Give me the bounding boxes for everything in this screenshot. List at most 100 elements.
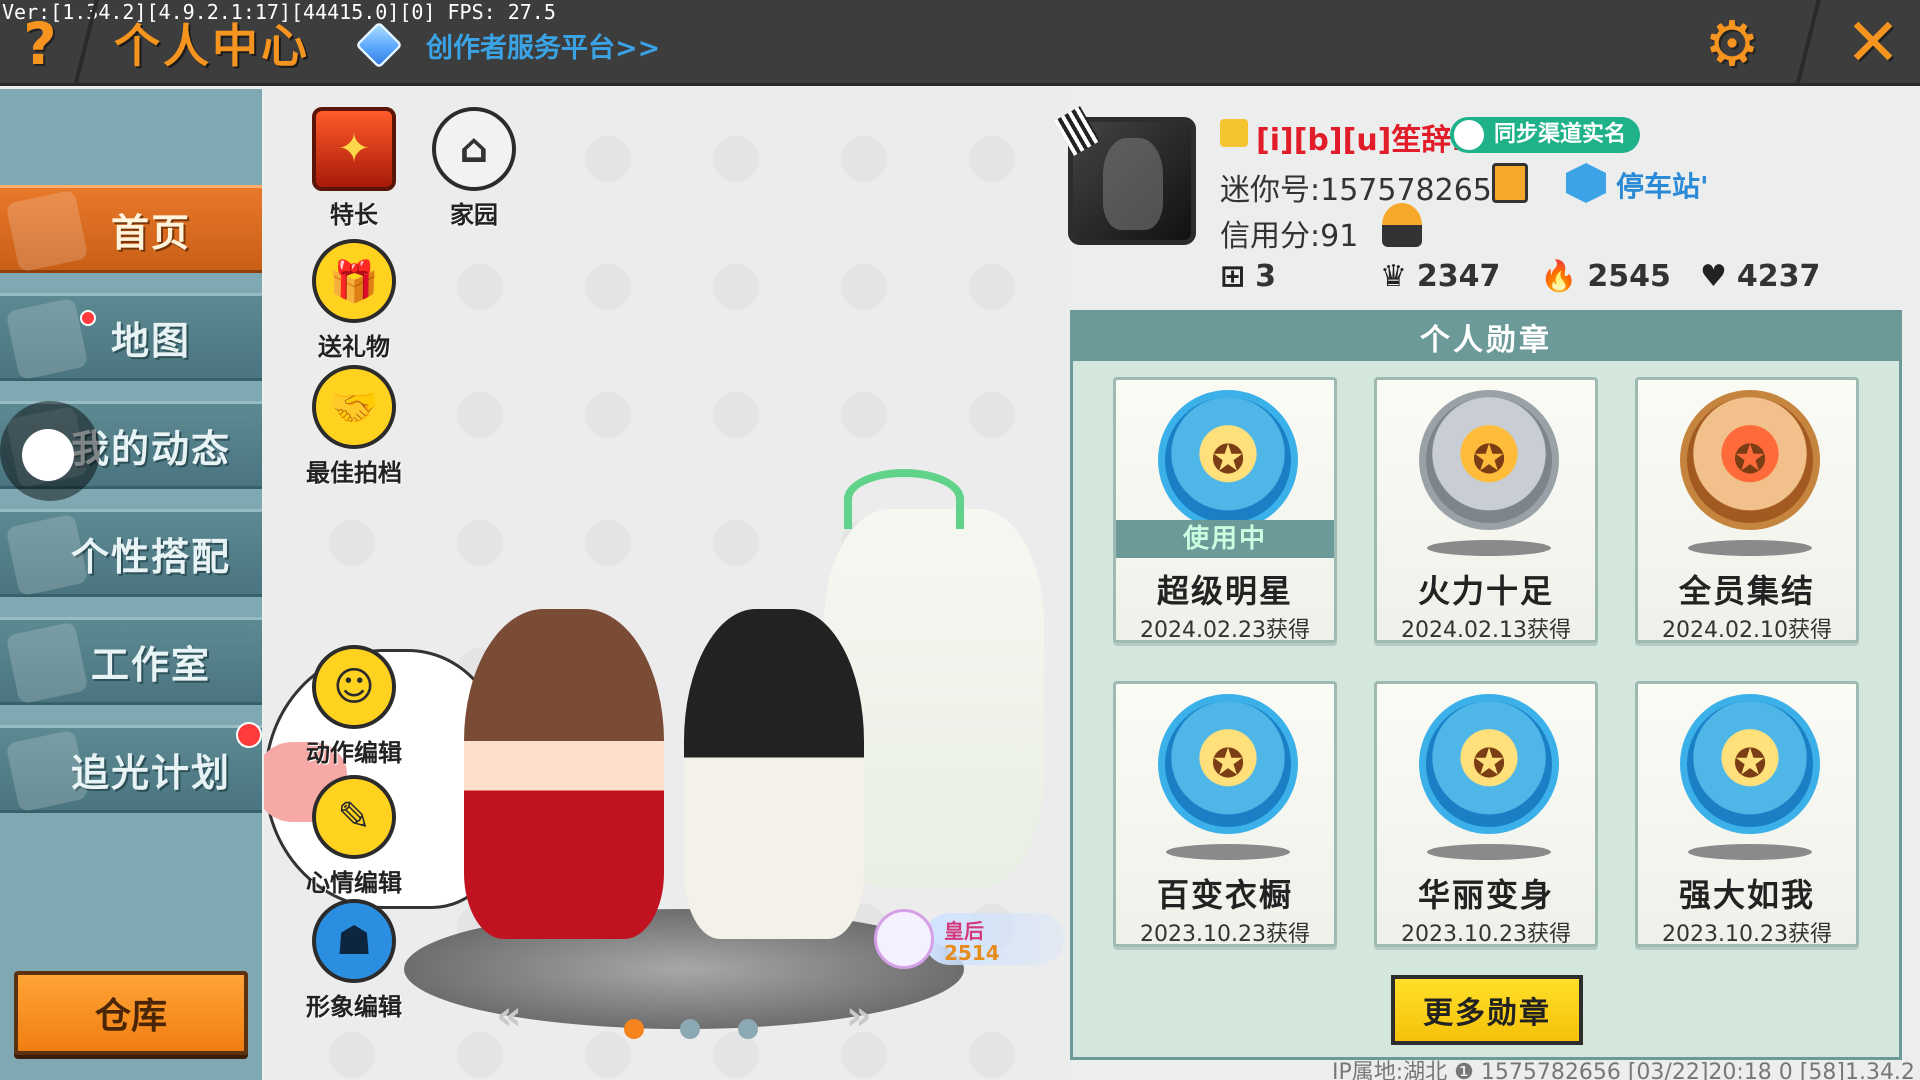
appearance-edit-icon: ☗ xyxy=(312,899,396,983)
home-nav-icon xyxy=(5,189,89,273)
sidebar-item-map[interactable]: 地图 xyxy=(0,293,262,381)
mighty-medal-icon: ✪ xyxy=(1680,694,1820,834)
stat-posts: ⊞ 3 xyxy=(1220,259,1380,294)
notification-dot xyxy=(80,310,96,326)
notification-dot xyxy=(236,722,262,748)
handshake-icon: 🤝 xyxy=(312,365,396,449)
gift-icon: 🎁 xyxy=(312,239,396,323)
send-gift-button[interactable]: 🎁 送礼物 xyxy=(294,239,414,362)
firepower-medal-icon: ✪ xyxy=(1419,390,1559,530)
pet-number: 2514 xyxy=(944,941,1000,965)
action-edit-icon: ☺ xyxy=(312,645,396,729)
sidebar-item-light-plan[interactable]: 追光计划 xyxy=(0,722,262,813)
prev-arrow-icon[interactable]: « xyxy=(496,993,522,1039)
talent-button[interactable]: ✦ 特长 xyxy=(294,107,414,230)
badge-date: 2023.10.23获得 xyxy=(1401,922,1571,947)
pet-title: 皇后 xyxy=(944,919,984,943)
badge-date: 2024.02.23获得 xyxy=(1140,618,1310,643)
appearance-edit-button[interactable]: ☗ 形象编辑 xyxy=(294,899,414,1022)
vip-badge-icon xyxy=(1220,119,1248,147)
homeland-label: 家园 xyxy=(450,201,498,229)
badge-card[interactable]: ✪ 全员集结 2024.02.10获得 xyxy=(1635,377,1859,643)
creator-cube-icon xyxy=(355,21,403,69)
character-stage: ✦ 特长 ⌂ 家园 🎁 送礼物 🤝 最佳拍档 皇后 2514 ☺ 动作编辑 ✎ … xyxy=(264,89,1066,1080)
badge-date: 2024.02.13获得 xyxy=(1401,618,1571,643)
badge-card[interactable]: ✪ 使用中 超级明星 2024.02.23获得 xyxy=(1113,377,1337,643)
medal-shadow xyxy=(1427,540,1551,556)
badge-card[interactable]: ✪ 华丽变身 2023.10.23获得 xyxy=(1374,681,1598,947)
warehouse-button[interactable]: 仓库 xyxy=(14,971,248,1055)
assemble-medal-icon: ✪ xyxy=(1680,390,1820,530)
superstar-medal-icon: ✪ xyxy=(1158,390,1298,530)
sidebar-item-label: 个性搭配 xyxy=(70,534,231,579)
parking-hex-icon xyxy=(1566,163,1606,203)
medal-shadow xyxy=(1427,844,1551,860)
deer-horn xyxy=(844,469,964,529)
sidebar-item-outfit[interactable]: 个性搭配 xyxy=(0,509,262,597)
badge-card[interactable]: ✪ 百变衣橱 2023.10.23获得 xyxy=(1113,681,1337,947)
floating-joystick[interactable] xyxy=(0,401,100,501)
help-icon[interactable]: ? xyxy=(10,12,70,76)
badge-name: 超级明星 xyxy=(1156,572,1293,610)
top-bar: Ver:[1.34.2][4.9.2.1:17][44415.0][0] FPS… xyxy=(0,0,1920,86)
character-avatar-white[interactable] xyxy=(684,609,864,939)
badge-card[interactable]: ✪ 火力十足 2024.02.13获得 xyxy=(1374,377,1598,643)
outfit-nav-icon xyxy=(5,513,89,597)
badge-panel: 个人勋章 ✪ 使用中 超级明星 2024.02.23获得 ✪ 火力十足 2024… xyxy=(1070,310,1902,1060)
badge-name: 火力十足 xyxy=(1417,572,1554,610)
character-avatar-red[interactable] xyxy=(464,609,664,939)
best-partner-button[interactable]: 🤝 最佳拍档 xyxy=(294,365,414,488)
divider xyxy=(1795,0,1821,86)
sidebar-item-label: 地图 xyxy=(110,318,191,363)
action-edit-button[interactable]: ☺ 动作编辑 xyxy=(294,645,414,768)
sidebar-item-label: 首页 xyxy=(110,210,191,255)
parking-link[interactable]: 停车站' xyxy=(1616,165,1709,205)
page-title: 个人中心 xyxy=(114,19,310,73)
badge-date: 2023.10.23获得 xyxy=(1140,922,1310,947)
best-partner-label: 最佳拍档 xyxy=(306,459,402,487)
mini-id: 迷你号:1575782656 xyxy=(1220,173,1511,208)
stat-value: 2347 xyxy=(1416,259,1501,294)
medal-shadow xyxy=(1688,844,1812,860)
friend-person-icon[interactable] xyxy=(1382,203,1422,247)
medal-shadow xyxy=(1166,844,1290,860)
appearance-edit-label: 形象编辑 xyxy=(306,993,402,1021)
pet-avatar-icon xyxy=(874,909,934,969)
more-badges-button[interactable]: 更多勋章 xyxy=(1391,975,1583,1045)
pager-dot[interactable] xyxy=(738,1019,758,1039)
sync-realname-label: 同步渠道实名 xyxy=(1494,122,1627,147)
sidebar: 首页 地图 我的动态 个性搭配 工作室 追光计划 仓库 xyxy=(0,89,262,1080)
fans-icon: ♛ xyxy=(1380,259,1407,294)
send-gift-label: 送礼物 xyxy=(318,333,390,361)
stat-value: 3 xyxy=(1255,259,1277,294)
sidebar-item-label: 追光计划 xyxy=(70,750,231,795)
map-nav-icon xyxy=(5,297,89,381)
profile-panel: [i][b][u]笙辞. 同步渠道实名 迷你号:1575782656 停车站' … xyxy=(1054,89,1920,309)
credit-score: 信用分:91 xyxy=(1220,219,1359,254)
mood-edit-button[interactable]: ✎ 心情编辑 xyxy=(294,775,414,898)
light-plan-nav-icon xyxy=(5,729,89,813)
transform-medal-icon: ✪ xyxy=(1419,694,1559,834)
copy-id-icon[interactable] xyxy=(1492,163,1528,203)
sidebar-item-label: 工作室 xyxy=(90,642,211,687)
settings-gear-icon[interactable]: ⚙ xyxy=(1700,12,1764,76)
pager-dot[interactable] xyxy=(624,1019,644,1039)
talent-label: 特长 xyxy=(330,201,378,229)
homeland-button[interactable]: ⌂ 家园 xyxy=(414,107,534,230)
pager-dot[interactable] xyxy=(680,1019,700,1039)
next-arrow-icon[interactable]: » xyxy=(846,993,872,1039)
sync-realname-button[interactable]: 同步渠道实名 xyxy=(1450,117,1641,153)
close-icon[interactable]: ✕ xyxy=(1840,10,1906,76)
user-icon xyxy=(1454,120,1484,150)
mood-edit-label: 心情编辑 xyxy=(306,869,402,897)
badge-card[interactable]: ✪ 强大如我 2023.10.23获得 xyxy=(1635,681,1859,947)
creator-platform-link[interactable]: 创作者服务平台>> xyxy=(426,26,660,65)
in-use-label: 使用中 xyxy=(1116,520,1334,558)
badge-name: 百变衣橱 xyxy=(1156,876,1293,914)
footer-info: IP属地:湖北 ❶ 1575782656 [03/22]20:18 0 [58]… xyxy=(1332,1060,1915,1080)
wardrobe-medal-icon: ✪ xyxy=(1158,694,1298,834)
sidebar-item-studio[interactable]: 工作室 xyxy=(0,617,262,705)
mood-edit-icon: ✎ xyxy=(312,775,396,859)
badge-name: 华丽变身 xyxy=(1417,876,1554,914)
sidebar-item-home[interactable]: 首页 xyxy=(0,185,262,273)
